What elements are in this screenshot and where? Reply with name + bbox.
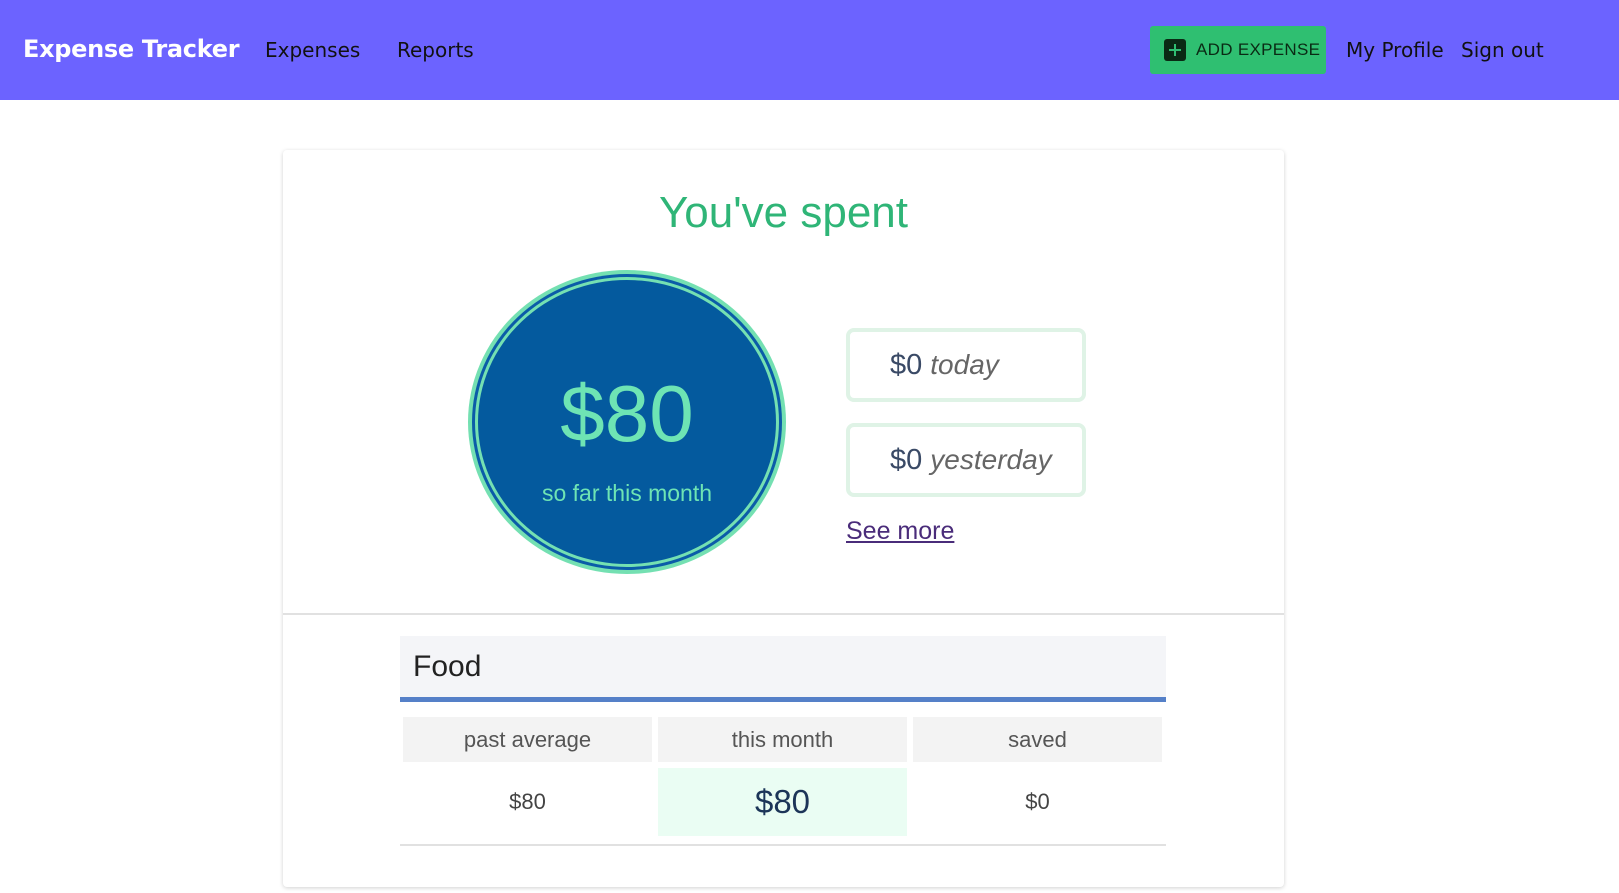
nav-link-my-profile[interactable]: My Profile xyxy=(1346,38,1444,62)
yesterday-amount: $0 xyxy=(890,443,923,476)
column-header-this-month: this month xyxy=(658,717,907,762)
column-header-past-average: past average xyxy=(403,717,652,762)
category-header: Food xyxy=(400,636,1166,702)
add-expense-button[interactable]: ADD EXPENSE xyxy=(1150,26,1326,74)
column-header-saved: saved xyxy=(913,717,1162,762)
past-average-value: $80 xyxy=(509,789,546,814)
nav-link-expenses[interactable]: Expenses xyxy=(265,38,360,62)
section-divider xyxy=(283,613,1284,615)
today-amount: $0 xyxy=(890,348,923,381)
monthly-total-caption: so far this month xyxy=(541,480,713,506)
monthly-total-circle: $80 so far this month xyxy=(468,270,786,574)
nav-link-reports[interactable]: Reports xyxy=(397,38,474,62)
brand-logo[interactable]: Expense Tracker xyxy=(23,35,240,63)
saved-value: $0 xyxy=(1025,789,1050,814)
yesterday-label: yesterday xyxy=(930,444,1052,475)
top-navbar: Expense Tracker Expenses Reports ADD EXP… xyxy=(0,0,1619,100)
category-stats-table: past average this month saved $80 $80 $0 xyxy=(400,716,1166,846)
plus-icon xyxy=(1164,39,1186,61)
spending-summary-card: You've spent $80 so far this month $0 to… xyxy=(283,150,1284,887)
see-more-link[interactable]: See more xyxy=(846,517,954,546)
nav-link-sign-out[interactable]: Sign out xyxy=(1461,38,1544,62)
summary-title: You've spent xyxy=(659,188,908,237)
this-month-value: $80 xyxy=(658,768,907,836)
today-label: today xyxy=(930,349,999,380)
add-expense-label: ADD EXPENSE xyxy=(1196,40,1321,59)
yesterday-spent-box: $0 yesterday xyxy=(846,423,1086,497)
today-spent-box: $0 today xyxy=(846,328,1086,402)
monthly-total-amount: $80 xyxy=(560,369,694,458)
